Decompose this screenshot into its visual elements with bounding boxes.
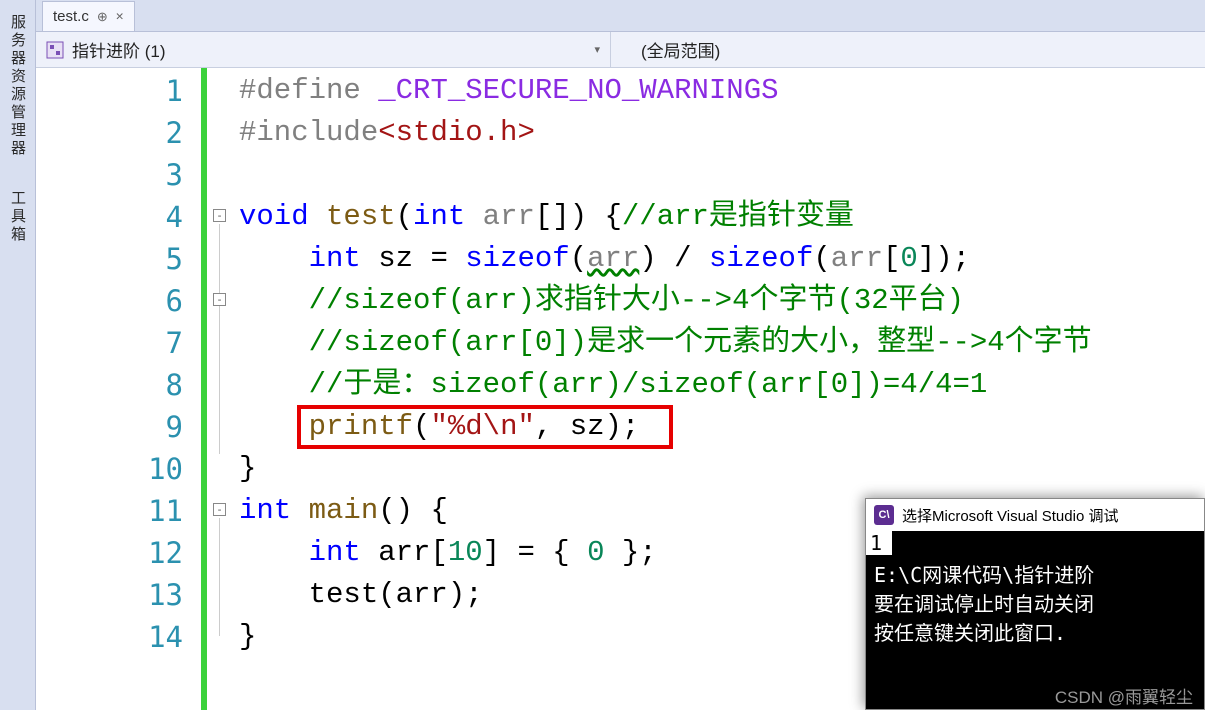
scope-dropdown-right[interactable]: (全局范围)	[611, 32, 1205, 67]
line-number: 7	[36, 322, 183, 364]
close-icon[interactable]: ✕	[116, 9, 124, 24]
line-number: 13	[36, 574, 183, 616]
tab-strip: test.c ⊕ ✕	[36, 0, 1205, 32]
console-line: E:\C网课代码\指针进阶	[874, 561, 1196, 590]
line-number: 1	[36, 70, 183, 112]
line-number-gutter: 1 2 3 4 5 6 7 8 9 10 11 12 13 14	[36, 68, 201, 710]
sidebar-toolbox[interactable]: 工具箱	[7, 184, 28, 250]
sidebar-server-explorer[interactable]: 服务器资源管理器	[7, 8, 28, 164]
fold-guide	[219, 224, 220, 454]
scope-dropdown-left[interactable]: 指针进阶 (1) ▾	[36, 32, 611, 67]
code-line: void test(int arr[]) {//arr是指针变量	[235, 196, 1205, 238]
line-number: 9	[36, 406, 183, 448]
fold-guide	[219, 518, 220, 636]
line-number: 4	[36, 196, 183, 238]
fold-toggle-icon[interactable]: -	[213, 209, 226, 222]
chevron-down-icon: ▾	[594, 43, 600, 56]
code-line: #define _CRT_SECURE_NO_WARNINGS	[235, 70, 1205, 112]
tool-sidebar: 服务器资源管理器 工具箱	[0, 0, 36, 710]
code-line: //于是：sizeof(arr)/sizeof(arr[0])=4/4=1	[235, 364, 1205, 406]
outline-column: - - -	[207, 68, 235, 710]
code-line: int sz = sizeof(arr) / sizeof(arr[0]);	[235, 238, 1205, 280]
tab-filename: test.c	[53, 8, 89, 25]
scope-right-label: (全局范围)	[641, 37, 720, 62]
line-number: 6	[36, 280, 183, 322]
code-line: printf("%d\n", sz);	[235, 406, 1205, 448]
code-line: #include<stdio.h>	[235, 112, 1205, 154]
line-number: 3	[36, 154, 183, 196]
scope-left-label: 指针进阶 (1)	[72, 37, 166, 62]
fold-toggle-icon[interactable]: -	[213, 503, 226, 516]
fold-toggle-icon[interactable]: -	[213, 293, 226, 306]
code-line	[235, 154, 1205, 196]
project-icon	[46, 41, 64, 59]
line-number: 2	[36, 112, 183, 154]
line-number: 10	[36, 448, 183, 490]
line-number: 11	[36, 490, 183, 532]
console-line: 按任意键关闭此窗口.	[874, 619, 1196, 648]
line-number: 12	[36, 532, 183, 574]
debug-console-window[interactable]: C\ 选择Microsoft Visual Studio 调试 1 E:\C网课…	[865, 498, 1205, 710]
console-line: 要在调试停止时自动关闭	[874, 590, 1196, 619]
navigation-bar: 指针进阶 (1) ▾ (全局范围)	[36, 32, 1205, 68]
code-line: //sizeof(arr[0])是求一个元素的大小，整型-->4个字节	[235, 322, 1205, 364]
code-line: }	[235, 448, 1205, 490]
line-number: 14	[36, 616, 183, 658]
console-body: 1 E:\C网课代码\指针进阶 要在调试停止时自动关闭 按任意键关闭此窗口.	[866, 531, 1204, 654]
console-title: 选择Microsoft Visual Studio 调试	[902, 505, 1118, 526]
code-line: //sizeof(arr)求指针大小-->4个字节(32平台)	[235, 280, 1205, 322]
file-tab-test-c[interactable]: test.c ⊕ ✕	[42, 1, 135, 31]
console-titlebar[interactable]: C\ 选择Microsoft Visual Studio 调试	[866, 499, 1204, 531]
console-output: 1	[866, 531, 892, 555]
line-number: 8	[36, 364, 183, 406]
pin-icon[interactable]: ⊕	[97, 9, 108, 25]
line-number: 5	[36, 238, 183, 280]
vs-icon: C\	[874, 505, 894, 525]
